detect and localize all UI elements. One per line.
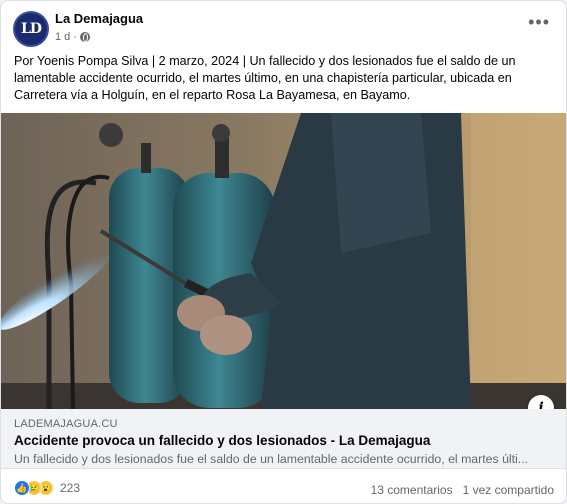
shares-count-link[interactable]: 1 vez compartido (463, 483, 554, 497)
welding-photo (1, 113, 566, 409)
facebook-post-card: LD La Demajagua 1 d · ••• Por Yoenis Pom… (0, 0, 567, 504)
avatar-logo-text: LD (21, 21, 42, 37)
post-header: LD La Demajagua 1 d · ••• (11, 9, 556, 49)
reactions-summary[interactable]: 👍 😢 😮 223 (14, 480, 80, 496)
post-footer: 👍 😢 😮 223 13 comentarios 1 vez compartid… (1, 477, 566, 503)
link-domain: LADEMAJAGUA.CU (14, 418, 118, 430)
post-stats: 13 comentarios 1 vez compartido (371, 483, 554, 497)
comments-count-link[interactable]: 13 comentarios (371, 483, 453, 497)
link-preview-info[interactable]: LADEMAJAGUA.CU Accidente provoca un fall… (1, 409, 566, 469)
post-meta: 1 d · (55, 31, 90, 43)
post-time[interactable]: 1 d (55, 31, 70, 43)
reaction-count: 223 (60, 481, 81, 495)
like-icon: 👍 (14, 480, 30, 496)
meta-separator: · (73, 31, 77, 43)
more-options-icon[interactable]: ••• (528, 13, 550, 31)
link-preview-image[interactable] (1, 113, 566, 409)
link-title[interactable]: Accidente provoca un fallecido y dos les… (14, 433, 430, 448)
page-name-link[interactable]: La Demajagua (55, 11, 143, 26)
link-description: Un fallecido y dos lesionados fue el sal… (14, 452, 529, 466)
post-text: Por Yoenis Pompa Silva | 2 marzo, 2024 |… (14, 54, 516, 102)
page-avatar[interactable]: LD (13, 11, 49, 47)
globe-icon (79, 32, 90, 42)
